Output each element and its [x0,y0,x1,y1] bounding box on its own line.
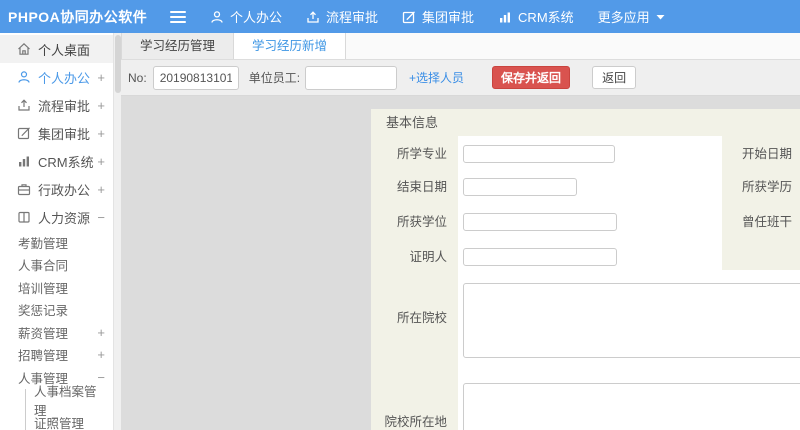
field-label-class-cadre: 曾任班干 [742,215,793,229]
basic-info-form: 基本信息 所学专业 开始日期 结束日期 所获学历 所获学位 曾任班干 证明人 所… [371,109,800,430]
sidebar-item-crm-system[interactable]: CRM系统 + [0,147,113,175]
sidebar-item-group-approval[interactable]: 集团审批 + [0,119,113,147]
topnav-group-approval[interactable]: 集团审批 [402,7,474,26]
sidebar: 个人桌面 个人办公 + 流程审批 + 集团审批 + CRM系统 + 行政办公 +… [0,33,113,430]
choose-personnel-link[interactable]: +选择人员 [409,69,464,86]
sidebar-item-human-resources[interactable]: 人力资源 − [0,203,113,231]
sidebar-subitem-attendance[interactable]: 考勤管理 [0,231,113,254]
sidebar-subitem-label: 奖惩记录 [18,304,69,319]
expand-icon: − [97,209,105,225]
sidebar-item-label: 个人办公 [38,70,91,86]
topnav-label: 流程审批 [326,10,379,25]
expand-icon: + [97,125,105,141]
main-area: 学习经历管理 学习经历新增 No: 单位员工: +选择人员 保存并返回 返回 基… [121,33,800,430]
sidebar-subitem-label: 培训管理 [18,281,69,296]
sidebar-subitem-label: 薪资管理 [18,326,69,341]
field-label-school: 所在院校 [396,311,447,325]
expand-icon: + [97,324,105,340]
sidebar-subitem-recruitment[interactable]: 招聘管理 + [0,344,113,367]
sidebar-subitem-hr-contract[interactable]: 人事合同 [0,254,113,277]
topnav-label: 集团审批 [422,10,475,25]
degree-input[interactable] [463,213,617,231]
caret-down-icon [656,14,665,20]
user-icon [210,10,224,24]
tab-study-experience-new[interactable]: 学习经历新增 [234,33,347,59]
topnav-personal-office[interactable]: 个人办公 [210,7,282,26]
sidebar-item-workflow-approval[interactable]: 流程审批 + [0,91,113,119]
field-label-degree: 所获学位 [396,215,447,229]
form-toolbar: No: 单位员工: +选择人员 保存并返回 返回 [121,60,800,96]
sidebar-item-admin-office[interactable]: 行政办公 + [0,175,113,203]
sidebar-subitem-training[interactable]: 培训管理 [0,276,113,299]
book-icon [17,210,31,224]
expand-icon: + [97,153,105,169]
tab-study-experience-manage[interactable]: 学习经历管理 [121,33,235,59]
edit-icon [17,126,31,140]
sidebar-item-label: CRM系统 [38,154,94,170]
user-icon [17,70,31,84]
tab-bar: 学习经历管理 学习经历新增 [121,33,800,60]
employee-input[interactable] [305,65,398,90]
top-bar: PHPOA协同办公软件 个人办公 流程审批 集团审批 CRM系统 更多应用 [0,0,800,33]
sidebar-subitem-rewards[interactable]: 奖惩记录 [0,299,113,322]
sidebar-item-personal-desktop[interactable]: 个人桌面 [0,35,113,63]
field-label-reference: 证明人 [409,250,447,264]
upload-icon [306,10,320,24]
field-label-end-date: 结束日期 [396,180,447,194]
school-textarea[interactable] [463,283,800,358]
sidebar-item-personal-office[interactable]: 个人办公 + [0,63,113,91]
edit-icon [402,10,416,24]
upload-icon [17,98,31,112]
field-label-school-location: 院校所在地 [384,415,447,429]
no-input[interactable] [152,65,239,90]
menu-toggle-icon[interactable] [170,10,186,23]
sidebar-subitem-label: 人事合同 [18,259,69,274]
home-icon [17,42,31,56]
expand-icon: + [97,181,105,197]
topnav-workflow-approval[interactable]: 流程审批 [306,7,378,26]
section-title: 基本信息 [371,109,800,136]
form-body: 所学专业 开始日期 结束日期 所获学历 所获学位 曾任班干 证明人 所在院校 院… [371,136,800,430]
sidebar-item-label: 行政办公 [38,182,91,198]
expand-icon: + [97,97,105,113]
sidebar-subitem-label: 考勤管理 [18,236,69,251]
back-button[interactable]: 返回 [592,66,637,89]
sidebar-item-label: 个人桌面 [38,42,91,58]
school-location-textarea[interactable] [463,383,800,430]
reference-input[interactable] [463,248,617,266]
topnav-more-apps[interactable]: 更多应用 [598,7,665,26]
sidebar-scrollbar[interactable] [113,33,121,430]
topnav-label: 个人办公 [230,10,283,25]
expand-icon: + [97,69,105,85]
field-label-education: 所获学历 [742,180,793,194]
content-area: 基本信息 所学专业 开始日期 结束日期 所获学历 所获学位 曾任班干 证明人 所… [121,96,800,430]
sidebar-subitem-salary[interactable]: 薪资管理 + [0,321,113,344]
sidebar-item-label: 人力资源 [38,210,91,226]
app-logo: PHPOA协同办公软件 [8,8,148,25]
topnav-label: 更多应用 [597,10,650,25]
topnav-label: CRM系统 [518,10,574,25]
save-and-return-button[interactable]: 保存并返回 [492,66,571,89]
employee-label: 单位员工: [248,71,301,85]
no-label: No: [128,70,147,85]
briefcase-icon [17,182,31,196]
expand-icon: + [97,347,105,363]
chart-icon [17,154,31,168]
topnav-crm-system[interactable]: CRM系统 [498,7,574,26]
major-input[interactable] [463,145,615,163]
sidebar-subitem-personnel-archive[interactable]: 人事档案管理 [26,385,113,418]
top-nav: 个人办公 流程审批 集团审批 CRM系统 更多应用 [210,7,665,26]
field-label-start-date: 开始日期 [742,147,793,161]
field-label-major: 所学专业 [396,147,447,161]
sidebar-nested-group: 人事档案管理 证照管理 [25,385,113,430]
sidebar-subitem-label: 证照管理 [34,416,85,430]
end-date-input[interactable] [463,178,577,196]
sidebar-subitem-label: 招聘管理 [18,349,69,364]
sidebar-item-label: 集团审批 [38,126,91,142]
sidebar-item-label: 流程审批 [38,98,91,114]
chart-icon [498,10,512,24]
